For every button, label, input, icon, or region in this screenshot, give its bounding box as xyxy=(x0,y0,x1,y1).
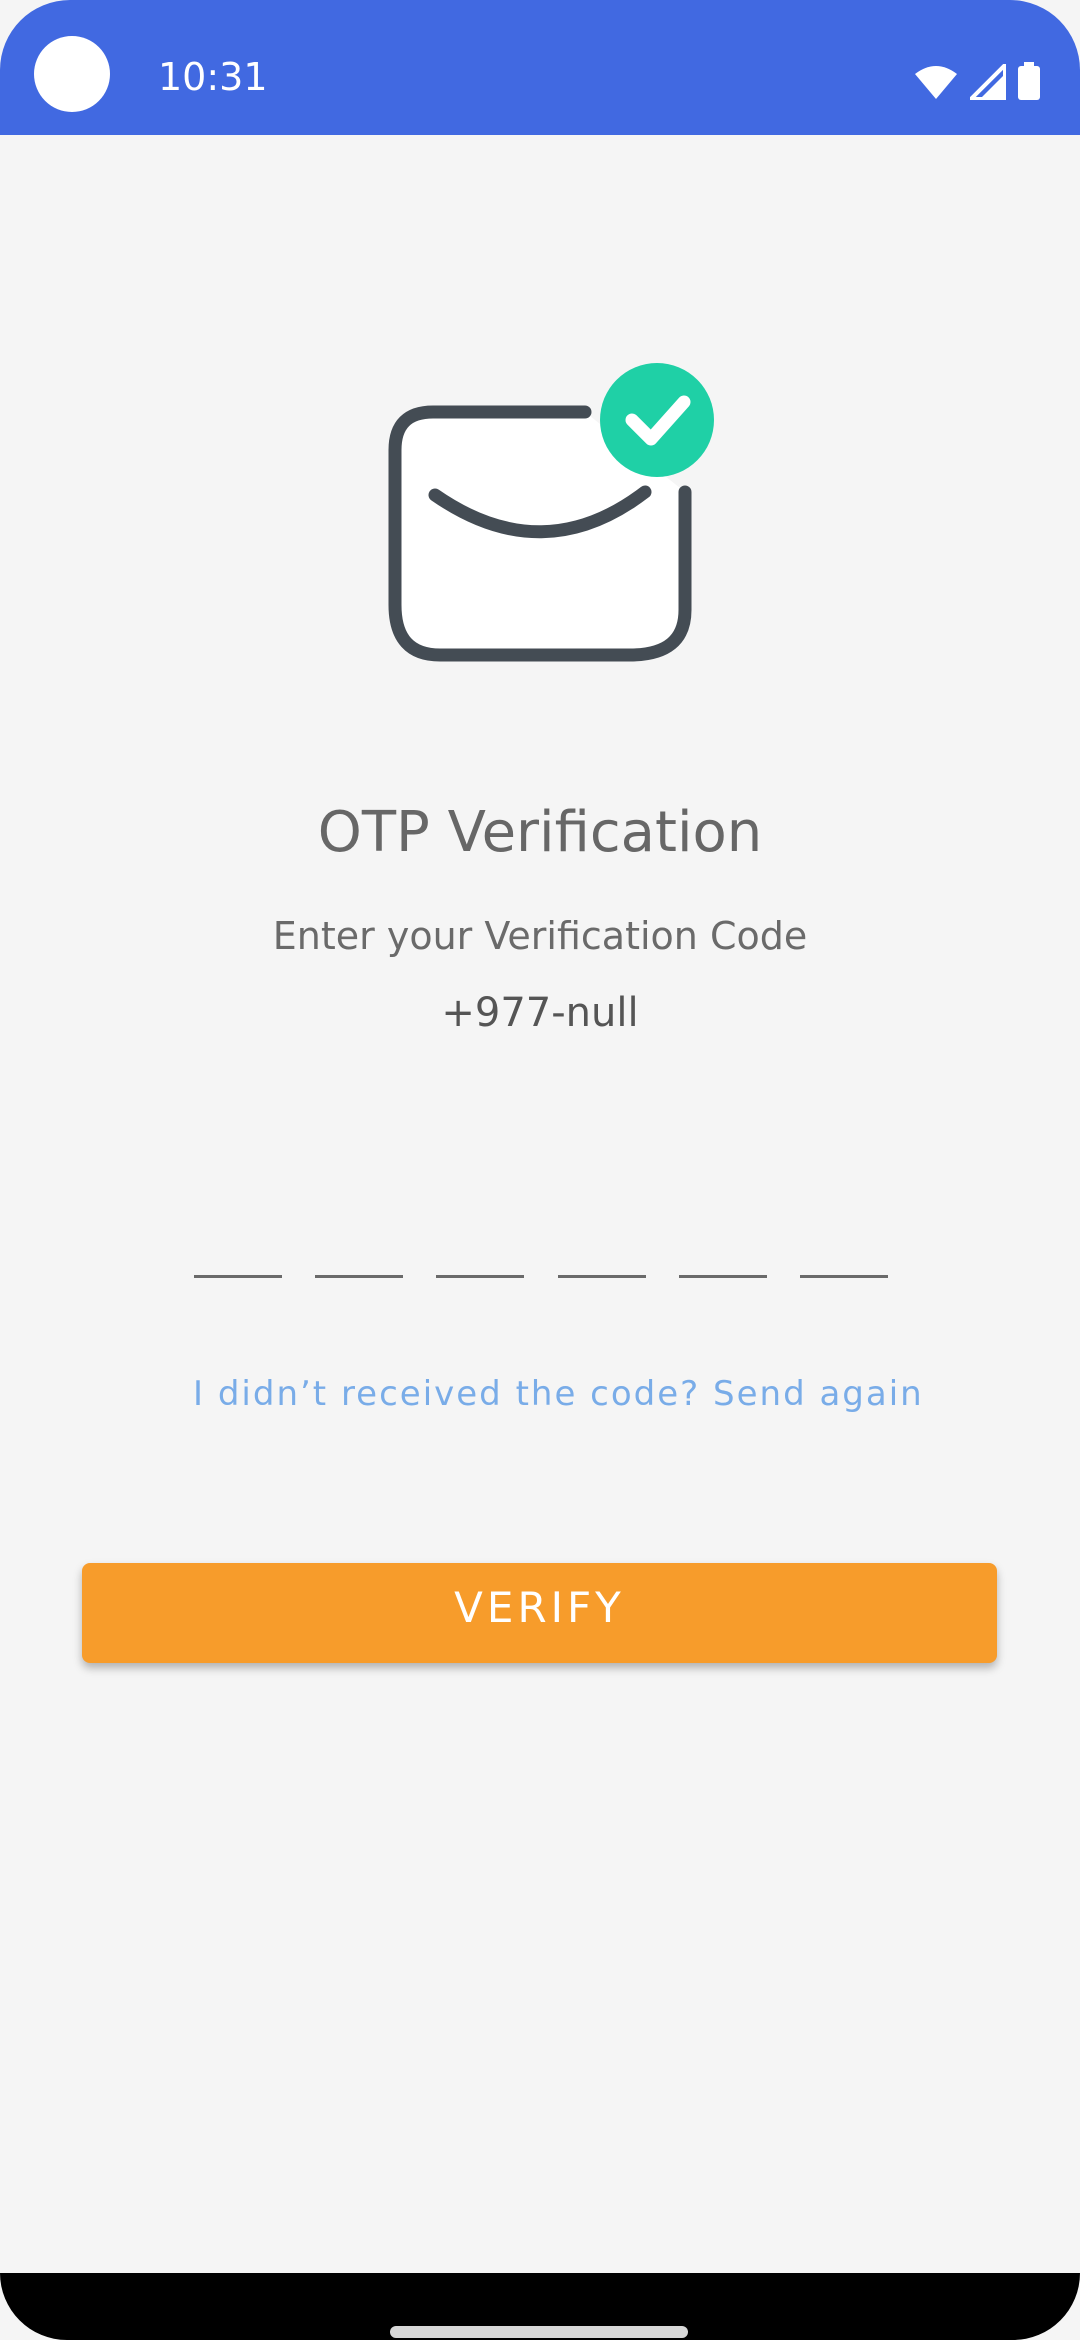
otp-digit-2[interactable] xyxy=(315,1240,404,1278)
signal-icon xyxy=(970,64,1006,100)
instruction-text: Enter your Verification Code xyxy=(272,914,808,958)
otp-input-group xyxy=(194,1240,888,1280)
status-time: 10:31 xyxy=(158,55,268,99)
verify-button[interactable]: VERIFY xyxy=(82,1563,997,1663)
otp-digit-1[interactable] xyxy=(194,1240,282,1278)
status-icons xyxy=(914,60,1040,100)
otp-digit-5[interactable] xyxy=(678,1240,767,1278)
otp-digit-6[interactable] xyxy=(799,1240,888,1278)
page-title: OTP Verification xyxy=(317,800,763,865)
envelope-check-icon xyxy=(385,360,715,670)
camera-cutout xyxy=(34,36,110,112)
phone-number: +977-null xyxy=(441,990,639,1036)
home-indicator[interactable] xyxy=(390,2326,688,2338)
resend-code-link[interactable]: I didn’t received the code? Send again xyxy=(193,1374,924,1414)
otp-digit-4[interactable] xyxy=(557,1240,646,1278)
otp-digit-3[interactable] xyxy=(436,1240,525,1278)
battery-icon xyxy=(1018,62,1040,100)
wifi-icon xyxy=(914,66,958,100)
status-bar: 10:31 xyxy=(0,0,1080,135)
